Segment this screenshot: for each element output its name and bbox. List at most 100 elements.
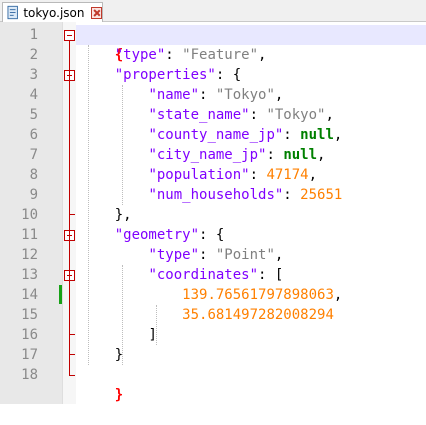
- close-icon[interactable]: [90, 6, 102, 19]
- json-number: 35.681497282008294: [182, 307, 334, 323]
- code-editor[interactable]: { "type": "Feature", "properties": { "na…: [76, 22, 426, 404]
- json-key: "coordinates": [148, 267, 259, 283]
- code-line-15: 35.681497282008294: [81, 305, 334, 325]
- comma: ,: [317, 147, 326, 163]
- fold-end: [69, 214, 75, 215]
- json-key: "county_name_jp": [148, 127, 284, 143]
- line-number: 6: [29, 127, 38, 143]
- line-number: 13: [21, 267, 38, 283]
- json-key: "city_name_jp": [148, 147, 267, 163]
- code-line-12: "type": "Point",: [81, 245, 283, 265]
- comma: ,: [325, 107, 334, 123]
- current-line-highlight: [76, 25, 426, 45]
- tab-tokyo-json[interactable]: tokyo.json: [2, 2, 103, 22]
- file-icon: [7, 5, 18, 20]
- fold-end: [69, 375, 75, 376]
- open-brace: {: [215, 227, 225, 243]
- comma: ,: [274, 247, 284, 263]
- colon: :: [199, 227, 216, 243]
- colon: :: [215, 67, 233, 83]
- line-number: 2: [29, 47, 38, 63]
- colon: :: [199, 87, 216, 103]
- line-number: 8: [29, 167, 38, 183]
- json-key: "geometry": [114, 227, 200, 243]
- json-key: "name": [148, 87, 200, 103]
- line-number: 4: [29, 87, 38, 103]
- code-line-11: "geometry": {: [81, 225, 225, 245]
- comma: ,: [274, 87, 284, 103]
- code-line-8: "population": 47174,: [81, 165, 317, 185]
- code-line-4: "name": "Tokyo",: [81, 85, 283, 105]
- code-line-18: }: [81, 365, 123, 425]
- line-number: 15: [21, 307, 38, 323]
- colon: :: [266, 147, 284, 163]
- line-number: 9: [29, 187, 38, 203]
- line-number: 11: [21, 227, 38, 243]
- json-key: "type": [114, 47, 166, 63]
- line-number: 17: [21, 347, 38, 363]
- code-line-7: "city_name_jp": null,: [81, 145, 325, 165]
- code-line-3: "properties": {: [81, 65, 241, 85]
- tab-label: tokyo.json: [23, 5, 85, 20]
- json-key: "properties": [114, 67, 216, 83]
- colon: :: [199, 247, 216, 263]
- code-line-2: "type": "Feature",: [81, 45, 267, 65]
- line-number: 7: [29, 147, 38, 163]
- line-number: 12: [21, 247, 38, 263]
- line-number: 5: [29, 107, 38, 123]
- code-line-17: }: [81, 345, 123, 365]
- json-key: "state_name": [148, 107, 250, 123]
- fold-toggle-line-1[interactable]: [64, 30, 75, 41]
- json-null: null: [300, 127, 334, 143]
- matched-brace: }: [114, 387, 124, 403]
- json-key: "population": [148, 167, 250, 183]
- comma: ,: [258, 47, 267, 63]
- json-string: "Point": [215, 247, 275, 263]
- close-brace: }: [114, 347, 124, 363]
- json-number: 139.76561797898063: [182, 287, 334, 303]
- json-number: 25651: [300, 187, 343, 203]
- code-line-16: ]: [81, 325, 157, 345]
- line-number: 16: [21, 327, 38, 343]
- json-key: "type": [148, 247, 200, 263]
- json-number: 47174: [266, 167, 309, 183]
- fold-line: [69, 41, 70, 376]
- comma: ,: [333, 287, 343, 303]
- json-string: "Tokyo": [266, 107, 326, 123]
- json-string: "Tokyo": [215, 87, 275, 103]
- code-line-14: 139.76561797898063,: [81, 285, 342, 305]
- tab-bar: tokyo.json: [0, 0, 426, 22]
- colon: :: [249, 167, 267, 183]
- json-string: "Feature": [182, 47, 259, 63]
- line-number: 18: [21, 367, 38, 383]
- code-line-9: "num_households": 25651: [81, 185, 342, 205]
- fold-end: [69, 354, 75, 355]
- json-key: "num_households": [148, 187, 284, 203]
- line-number: 3: [29, 67, 38, 83]
- open-bracket: [: [274, 267, 284, 283]
- comma: ,: [308, 167, 318, 183]
- fold-end: [69, 334, 75, 335]
- close-brace: },: [114, 207, 132, 223]
- code-line-10: },: [81, 205, 132, 225]
- json-null: null: [283, 147, 318, 163]
- fold-margin: [62, 22, 76, 404]
- colon: :: [258, 267, 275, 283]
- close-bracket: ]: [148, 327, 157, 343]
- colon: :: [283, 187, 301, 203]
- code-line-6: "county_name_jp": null,: [81, 125, 342, 145]
